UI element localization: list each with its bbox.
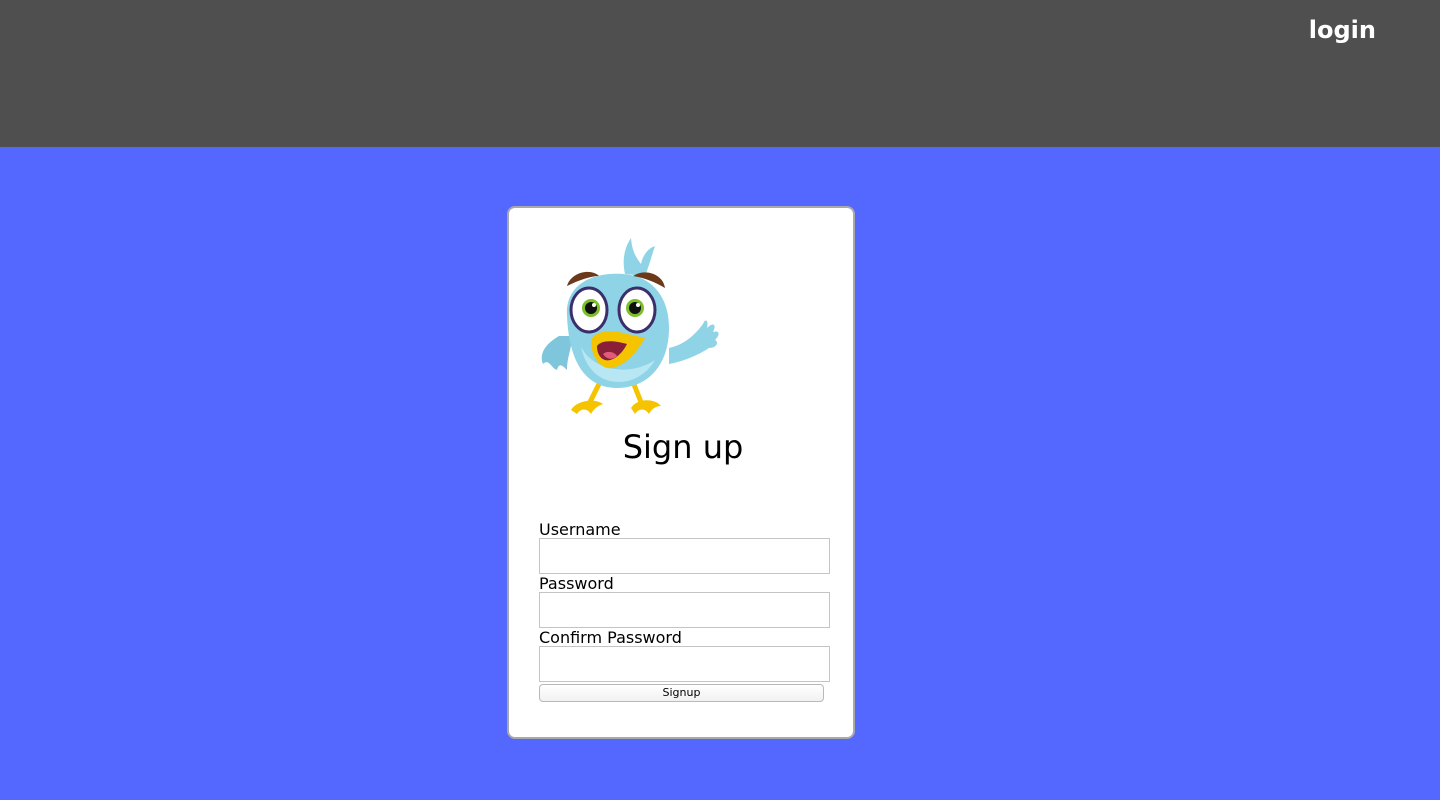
confirm-password-label: Confirm Password <box>539 628 682 647</box>
login-link[interactable]: login <box>1309 16 1376 44</box>
password-label: Password <box>539 574 614 593</box>
signup-card: Sign up Username Password Confirm Passwo… <box>507 206 855 739</box>
password-input[interactable] <box>539 592 830 628</box>
signup-button[interactable]: Signup <box>539 684 824 702</box>
username-label: Username <box>539 520 621 539</box>
page-title: Sign up <box>622 428 744 466</box>
username-input[interactable] <box>539 538 830 574</box>
bird-mascot-icon <box>537 236 723 416</box>
top-header: login <box>0 0 1440 147</box>
confirm-password-input[interactable] <box>539 646 830 682</box>
